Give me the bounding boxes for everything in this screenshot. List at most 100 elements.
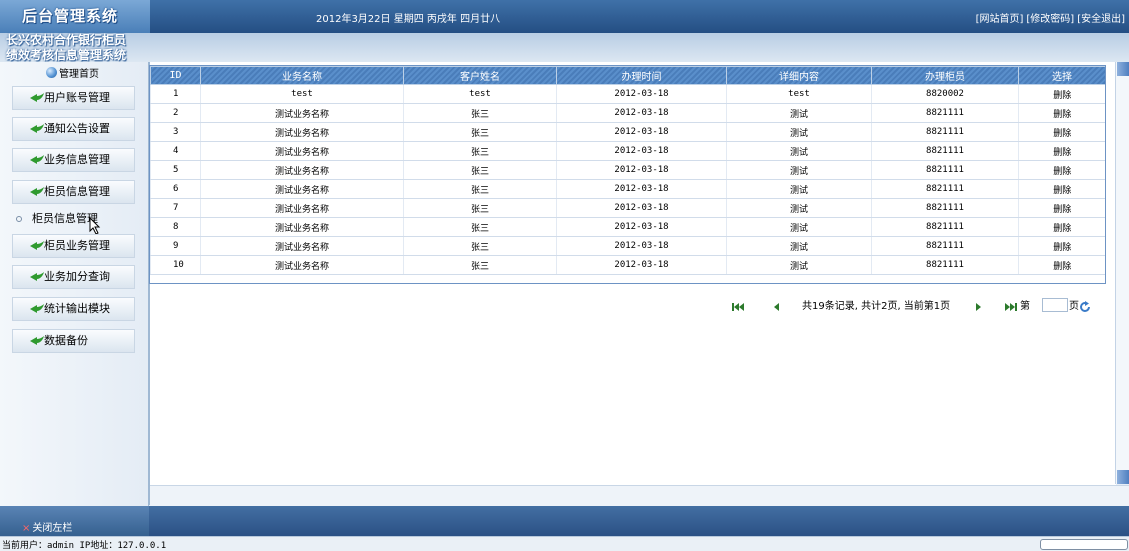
cell-details: 测试 [726, 179, 872, 199]
goto-page-input[interactable] [1042, 298, 1068, 312]
cell-handle-time: 2012-03-18 [556, 255, 727, 275]
top-links: [网站首页] [修改密码] [安全退出] [973, 10, 1125, 25]
cell-id: 4 [150, 141, 201, 161]
cell-teller: 8821111 [871, 141, 1019, 161]
cell-teller: 8821111 [871, 198, 1019, 218]
cell-teller: 8821111 [871, 236, 1019, 256]
table-row: 10 测试业务名称 张三 2012-03-18 测试 8821111 删除 [150, 255, 1106, 275]
cell-handle-time: 2012-03-18 [556, 141, 727, 161]
cell-delete[interactable]: 删除 [1018, 141, 1106, 161]
cell-teller: 8821111 [871, 179, 1019, 199]
sidebar-home-label: 管理首页 [59, 69, 99, 80]
cell-customer-name: 张三 [403, 179, 557, 199]
cell-handle-time: 2012-03-18 [556, 217, 727, 237]
previous-page-icon[interactable] [772, 301, 780, 313]
next-page-icon[interactable] [975, 301, 983, 313]
sidebar-item-label: 业务信息管理 [44, 153, 110, 166]
table-body: 1 test test 2012-03-18 test 8820002 删除 2 测试业务名称张… [150, 84, 1106, 275]
cell-teller: 8821111 [871, 122, 1019, 142]
home-link[interactable]: [网站首页] [976, 14, 1024, 25]
cell-id: 6 [150, 179, 201, 199]
cell-delete[interactable]: 删除 [1018, 198, 1106, 218]
vertical-scrollbar[interactable] [1115, 62, 1129, 484]
cell-business-name: 测试业务名称 [200, 198, 404, 218]
sidebar-item-business-info[interactable]: 业务信息管理 [12, 148, 135, 172]
go-refresh-icon[interactable] [1079, 301, 1092, 313]
cell-handle-time: 2012-03-18 [556, 103, 727, 123]
cell-teller: 8821111 [871, 103, 1019, 123]
leaf-arrow-icon [30, 155, 44, 164]
goto-page-prefix: 第 [1020, 301, 1030, 312]
cell-details: 测试 [726, 255, 872, 275]
sidebar-item-label: 用户账号管理 [44, 91, 110, 104]
cell-business-name: 测试业务名称 [200, 122, 404, 142]
cell-business-name: test [200, 84, 404, 104]
cell-handle-time: 2012-03-18 [556, 84, 727, 104]
leaf-arrow-icon [30, 336, 44, 345]
cell-id: 7 [150, 198, 201, 218]
logout-link[interactable]: [安全退出] [1077, 14, 1125, 25]
globe-icon [46, 67, 57, 78]
sidebar-subitem-teller-info[interactable]: 柜员信息管理 [12, 207, 142, 231]
sidebar-item-bonus-query[interactable]: 业务加分查询 [12, 265, 135, 289]
sidebar-item-data-backup[interactable]: 数据备份 [12, 329, 135, 353]
first-page-icon[interactable] [732, 301, 744, 313]
cell-delete[interactable]: 删除 [1018, 103, 1106, 123]
cell-delete[interactable]: 删除 [1018, 217, 1106, 237]
leaf-arrow-icon [30, 241, 44, 250]
cell-id: 10 [150, 255, 201, 275]
cell-handle-time: 2012-03-18 [556, 236, 727, 256]
sidebar-item-statistics-export[interactable]: 统计输出模块 [12, 297, 135, 321]
column-header-customer-name[interactable]: 客户姓名 [403, 66, 557, 85]
cell-customer-name: 张三 [403, 141, 557, 161]
column-header-handle-time[interactable]: 办理时间 [556, 66, 727, 85]
cell-customer-name: 张三 [403, 198, 557, 218]
cell-teller: 8820002 [871, 84, 1019, 104]
sub-header [0, 33, 1129, 62]
cell-delete[interactable]: 删除 [1018, 236, 1106, 256]
logo: 后台管理系统 [22, 7, 119, 25]
column-header-teller[interactable]: 办理柜员 [871, 66, 1019, 85]
column-header-select[interactable]: 选择 [1018, 66, 1106, 85]
table-row: 5 测试业务名称 张三 2012-03-18 测试 8821111 删除 [150, 160, 1106, 180]
last-page-icon[interactable] [1005, 301, 1017, 313]
column-header-id[interactable]: ID [150, 66, 201, 85]
scroll-up-button[interactable] [1117, 62, 1129, 76]
cell-handle-time: 2012-03-18 [556, 198, 727, 218]
system-title: 长兴农村合作银行柜员 绩效考核信息管理系统 [0, 33, 156, 63]
cell-delete[interactable]: 删除 [1018, 179, 1106, 199]
cell-delete[interactable]: 删除 [1018, 122, 1106, 142]
table-header-row: ID 业务名称 客户姓名 办理时间 详细内容 办理柜员 选择 [150, 66, 1106, 85]
cell-details: 测试 [726, 141, 872, 161]
cell-id: 8 [150, 217, 201, 237]
sidebar-item-user-accounts[interactable]: 用户账号管理 [12, 86, 135, 110]
close-sidebar-button[interactable]: × 关闭左栏 [22, 519, 72, 534]
cell-customer-name: 张三 [403, 122, 557, 142]
sidebar-item-notice-settings[interactable]: 通知公告设置 [12, 117, 135, 141]
sidebar-item-teller-info[interactable]: 柜员信息管理 [12, 180, 135, 204]
sidebar-home[interactable]: 管理首页 [46, 65, 99, 80]
table-row: 2 测试业务名称 张三 2012-03-18 测试 8821111 删除 [150, 103, 1106, 123]
change-password-link[interactable]: [修改密码] [1026, 14, 1074, 25]
leaf-arrow-icon [30, 272, 44, 281]
column-header-details[interactable]: 详细内容 [726, 66, 872, 85]
cell-teller: 8821111 [871, 217, 1019, 237]
current-date: 2012年3月22日 星期四 丙戌年 四月廿八 [316, 14, 501, 25]
table-row: 6 测试业务名称 张三 2012-03-18 测试 8821111 删除 [150, 179, 1106, 199]
sidebar-item-label: 通知公告设置 [44, 122, 110, 135]
cell-business-name: 测试业务名称 [200, 236, 404, 256]
cell-delete[interactable]: 删除 [1018, 84, 1106, 104]
cell-handle-time: 2012-03-18 [556, 179, 727, 199]
cell-id: 1 [150, 84, 201, 104]
cell-delete[interactable]: 删除 [1018, 255, 1106, 275]
cell-business-name: 测试业务名称 [200, 160, 404, 180]
leaf-arrow-icon [30, 304, 44, 313]
sidebar-item-teller-business[interactable]: 柜员业务管理 [12, 234, 135, 258]
leaf-arrow-icon [30, 187, 44, 196]
column-header-business-name[interactable]: 业务名称 [200, 66, 404, 85]
cell-delete[interactable]: 删除 [1018, 160, 1106, 180]
cell-details: 测试 [726, 217, 872, 237]
cell-details: 测试 [726, 236, 872, 256]
scroll-down-button[interactable] [1117, 470, 1129, 484]
status-progress-box [1040, 539, 1128, 550]
